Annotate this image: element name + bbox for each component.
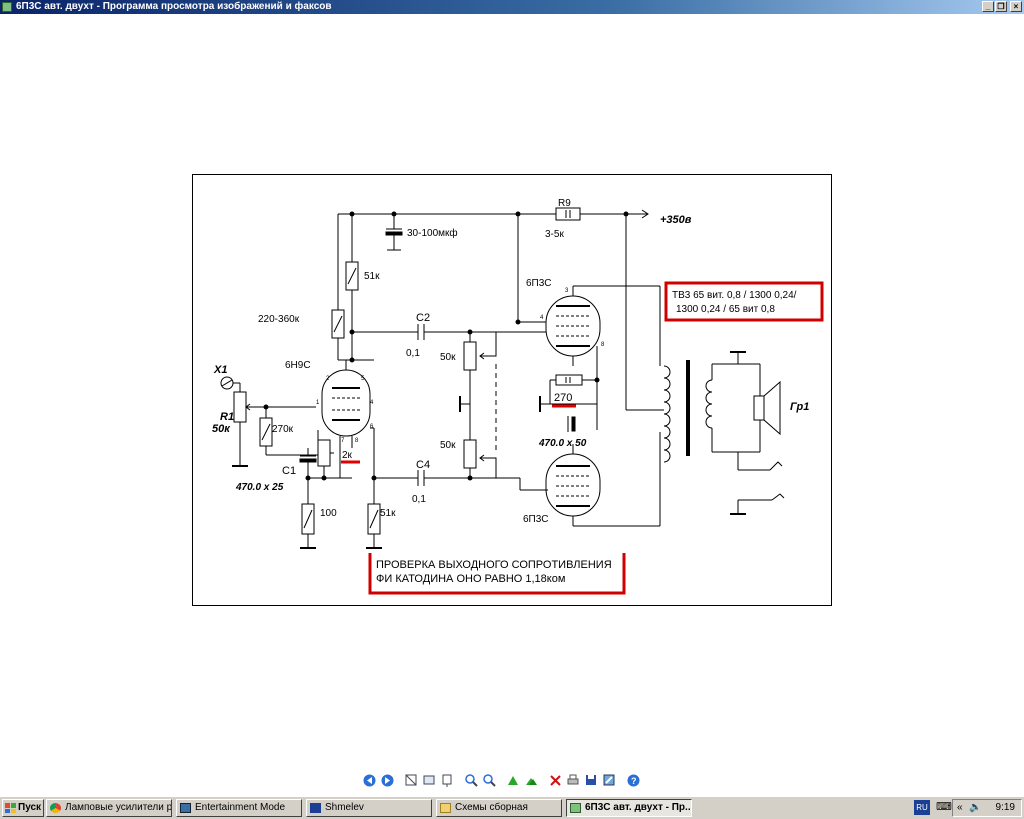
- taskbar-item-image-viewer[interactable]: 6П3С авт. двухт - Пр...: [566, 799, 692, 817]
- label-r9: R9: [558, 198, 571, 209]
- start-label: Пуск: [18, 802, 42, 813]
- zoom-in-icon[interactable]: [463, 772, 479, 788]
- label-pot-bottom: 50к: [440, 440, 456, 451]
- viewer-toolbar: ?: [361, 771, 643, 789]
- label-cap-top: 30-100мкф: [407, 227, 458, 239]
- capacitor-cathode: [571, 416, 576, 432]
- label-100: 100: [320, 508, 337, 519]
- rotate-clockwise-icon[interactable]: [505, 772, 521, 788]
- label-tube-driver: 6Н9С: [285, 360, 311, 371]
- svg-text:?: ?: [631, 776, 637, 786]
- note-bottom-line2: ФИ КАТОДИНА ОНО РАВНО 1,18ком: [376, 573, 565, 585]
- label-r1: R1: [220, 411, 234, 423]
- help-icon[interactable]: ?: [625, 772, 641, 788]
- print-icon[interactable]: [565, 772, 581, 788]
- label-cap-cathode: 470.0 х 50: [538, 438, 587, 449]
- tube-6p3s-top: [545, 295, 601, 357]
- label-270: 270: [554, 392, 572, 404]
- windows-logo-icon: [5, 803, 16, 813]
- folder-icon: [440, 803, 451, 813]
- schematic-image: R9 3-5к +350в 30-100мкф 51к 220-360к C2 …: [192, 174, 832, 606]
- label-c4-value: 0,1: [412, 494, 426, 505]
- note-bottom-line1: ПРОВЕРКА ВЫХОДНОГО СОПРОТИВЛЕНИЯ: [376, 559, 612, 571]
- taskbar: Пуск Ламповые усилители р... Entertainme…: [0, 796, 1024, 819]
- restore-button[interactable]: ❐: [995, 1, 1007, 12]
- edit-icon[interactable]: [601, 772, 617, 788]
- tray-chevron[interactable]: «: [957, 800, 963, 816]
- label-c1-value: 470.0 х 25: [235, 482, 284, 493]
- label-220k: 220-360к: [258, 314, 300, 325]
- label-51k-bottom: 51к: [380, 508, 396, 519]
- chrome-icon: [50, 803, 61, 813]
- start-button[interactable]: Пуск: [2, 799, 44, 817]
- system-tray: « 🔈 9:19: [952, 799, 1022, 817]
- label-pot-top: 50к: [440, 352, 456, 363]
- save-icon[interactable]: [583, 772, 599, 788]
- capacitor-c1: [299, 458, 317, 463]
- best-fit-icon[interactable]: [403, 772, 419, 788]
- label-speaker: Гр1: [790, 401, 809, 413]
- label-270k: 270к: [272, 424, 294, 435]
- window-titlebar[interactable]: 6П3С авт. двухт - Программа просмотра из…: [0, 0, 1024, 14]
- minimize-button[interactable]: _: [982, 1, 994, 12]
- next-image-icon[interactable]: [379, 772, 395, 788]
- label-r1-value: 50к: [212, 423, 231, 435]
- language-indicator[interactable]: RU: [914, 800, 930, 815]
- label-c2: C2: [416, 312, 430, 324]
- taskbar-item-browser[interactable]: Ламповые усилители р...: [46, 799, 172, 817]
- close-button[interactable]: ×: [1010, 1, 1022, 12]
- delete-icon[interactable]: [547, 772, 563, 788]
- label-c4: C4: [416, 459, 430, 471]
- label-51k-top: 51к: [364, 271, 380, 282]
- rotate-counterclockwise-icon[interactable]: [523, 772, 539, 788]
- label-r9-value: 3-5к: [545, 229, 564, 240]
- window-icon: [180, 803, 191, 813]
- slideshow-icon[interactable]: [439, 772, 455, 788]
- resistor-r9: [555, 207, 581, 221]
- actual-size-icon[interactable]: [421, 772, 437, 788]
- taskbar-item-entertainment[interactable]: Entertainment Mode: [176, 799, 302, 817]
- previous-image-icon[interactable]: [361, 772, 377, 788]
- window-title: 6П3С авт. двухт - Программа просмотра из…: [16, 1, 332, 12]
- taskbar-item-shmelev[interactable]: Shmelev: [306, 799, 432, 817]
- label-tube-bottom: 6П3С: [523, 514, 549, 525]
- clock: 9:19: [995, 802, 1015, 813]
- resistor-270: [555, 374, 583, 386]
- label-2k: 2к: [342, 450, 353, 461]
- label-supply: +350в: [660, 214, 692, 226]
- keyboard-icon[interactable]: ⌨: [936, 800, 952, 815]
- program-icon: [310, 803, 321, 813]
- resistor-2k: [317, 439, 331, 467]
- tube-6p3s-bottom: [545, 453, 601, 517]
- potentiometer-50k-bottom: [463, 439, 477, 469]
- image-viewer-icon: [570, 803, 581, 813]
- label-x1: X1: [213, 364, 227, 376]
- zoom-out-icon[interactable]: [481, 772, 497, 788]
- potentiometer-50k-top: [463, 341, 477, 371]
- potentiometer-r1: [233, 391, 247, 423]
- taskbar-item-folder[interactable]: Схемы сборная: [436, 799, 562, 817]
- label-c2-value: 0,1: [406, 348, 420, 359]
- note-transformer-line2: 1300 0,24 / 65 вит 0,8: [676, 304, 775, 315]
- note-transformer-line1: ТВ3 65 вит. 0,8 / 1300 0,24/: [672, 290, 797, 301]
- label-tube-top: 6П3С: [526, 278, 552, 289]
- label-c1: C1: [282, 465, 296, 477]
- volume-icon[interactable]: 🔈: [969, 800, 981, 816]
- app-icon: [2, 2, 12, 12]
